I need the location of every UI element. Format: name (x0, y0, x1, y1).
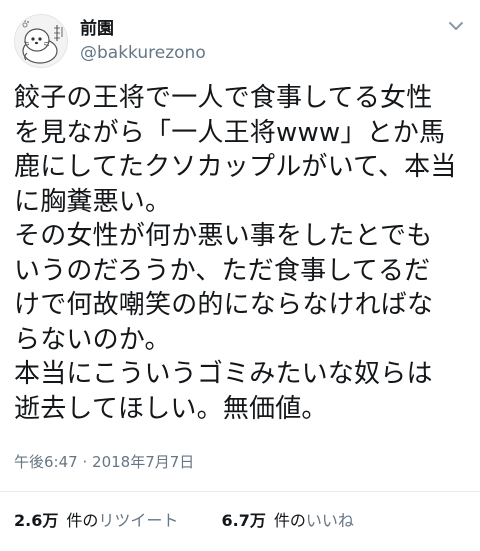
tweet-stats: 2.6万 件のリツイート 6.7万 件のいいね (14, 510, 354, 532)
tweet-text-line: 逝去してほしい。無価値。 (14, 393, 328, 424)
tweet-text: 餃子の王将で一人で食事してる女性 を見ながら「一人王将www」とか馬 鹿にしてた… (14, 81, 474, 426)
tweet-text-line: を見ながら「一人王将www」とか馬 (14, 117, 446, 148)
display-name[interactable]: 前園 (80, 18, 206, 40)
avatar[interactable] (14, 14, 68, 68)
seal-mascot-avatar-icon (15, 15, 67, 67)
tweet-text-line: 鹿にしてたクソカップルがいて、本当 (14, 152, 457, 182)
retweet-count-link[interactable]: 2.6万 件のリツイート (14, 510, 178, 532)
like-count-link[interactable]: 6.7万 件のいいね (221, 510, 353, 532)
tweet-text-line: に胸糞悪い。 (14, 186, 172, 217)
tweet-text-line: いうのだろうか、ただ食事してるだ (14, 255, 431, 286)
tweet-timestamp[interactable]: 午後6:47 · 2018年7月7日 (14, 452, 194, 472)
tweet-text-line: 餃子の王将で一人で食事してる女性 (14, 83, 433, 113)
like-label-prefix: 件の (273, 511, 306, 530)
divider (0, 491, 480, 492)
retweet-count: 2.6万 (14, 511, 59, 530)
tweet-date: 2018年7月7日 (92, 453, 195, 471)
meta-separator: · (82, 453, 88, 471)
user-handle[interactable]: @bakkurezono (80, 41, 206, 65)
tweet-text-line: らないのか。 (14, 324, 171, 355)
tweet-time: 午後6:47 (14, 453, 78, 471)
like-label: いいね (305, 511, 354, 530)
tweet-text-line: けで何故嘲笑の的にならなければな (14, 290, 434, 320)
tweet-card: 前園 @bakkurezono 餃子の王将で一人で食事してる女性 を見ながら「一… (0, 0, 480, 551)
tweet-text-line: 本当にこういうゴミみたいな奴らは (14, 359, 433, 389)
tweet-header: 前園 @bakkurezono (14, 12, 466, 70)
retweet-label: リツイート (98, 511, 179, 530)
like-count: 6.7万 (221, 511, 266, 530)
chevron-down-icon[interactable] (446, 16, 466, 36)
author-names: 前園 @bakkurezono (80, 18, 206, 65)
retweet-label-prefix: 件の (66, 511, 99, 530)
tweet-text-line: その女性が何か悪い事をしたとでも (14, 221, 433, 251)
